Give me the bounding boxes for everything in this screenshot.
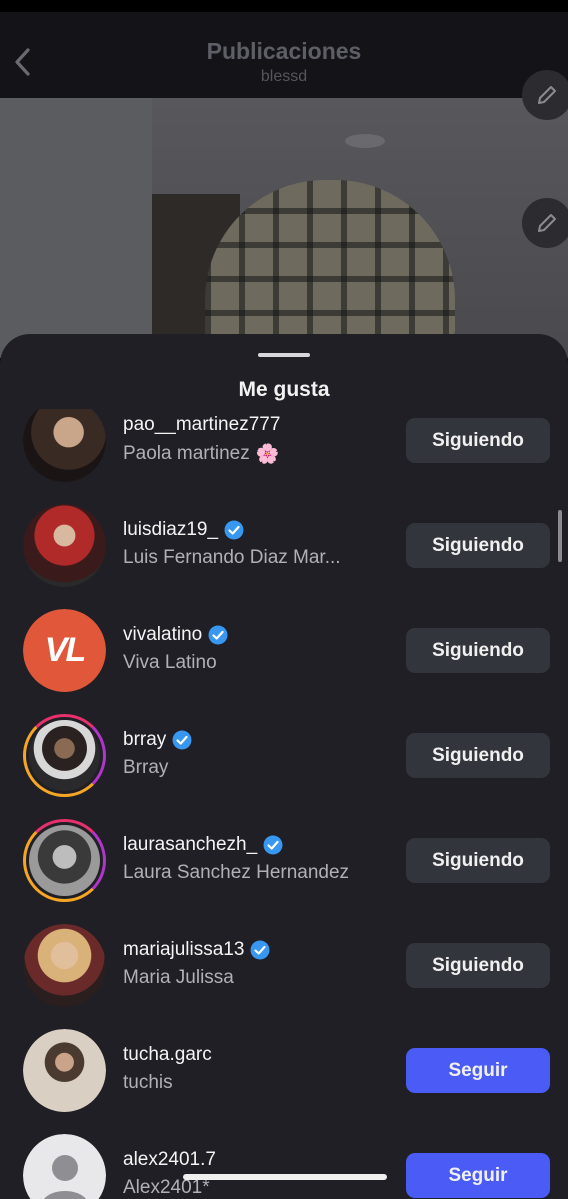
edit-button[interactable] (522, 70, 568, 120)
full-name: Maria Julissa (123, 967, 234, 988)
vivalatino-logo: VL (44, 631, 86, 669)
pencil-icon (538, 214, 556, 232)
list-item[interactable]: laurasanchezh_ Laura Sanchez Hernandez S… (0, 808, 568, 913)
username[interactable]: tucha.garc (123, 1044, 212, 1066)
full-name: Viva Latino (123, 652, 217, 673)
default-avatar-icon (43, 1154, 86, 1199)
avatar[interactable]: VL (23, 609, 106, 692)
verified-badge-icon (172, 730, 192, 750)
list-item[interactable]: VL vivalatino Viva Latino Siguiendo (0, 598, 568, 703)
following-button[interactable]: Siguiendo (406, 418, 550, 463)
username[interactable]: luisdiaz19_ (123, 519, 244, 541)
page-title: Publicaciones (206, 38, 362, 64)
username[interactable]: vivalatino (123, 624, 228, 646)
following-button[interactable]: Siguiendo (406, 628, 550, 673)
username[interactable]: brray (123, 729, 192, 751)
verified-badge-icon (263, 835, 283, 855)
post-image (0, 98, 568, 358)
flower-emoji: 🌸 (255, 444, 280, 465)
avatar[interactable] (23, 924, 106, 1007)
verified-badge-icon (208, 625, 228, 645)
header: Publicaciones blessd (0, 12, 568, 98)
likes-sheet: Me gusta pao__martinez777 Paola martinez… (0, 334, 568, 1199)
avatar[interactable] (23, 1134, 106, 1199)
avatar[interactable] (23, 409, 106, 482)
avatar-story-ring[interactable] (23, 714, 106, 797)
following-button[interactable]: Siguiendo (406, 838, 550, 883)
verified-badge-icon (224, 520, 244, 540)
drag-handle[interactable] (258, 353, 310, 357)
list-item[interactable]: alex2401.7 Alex2401* Seguir (0, 1123, 568, 1199)
edit-button-secondary[interactable] (522, 198, 568, 248)
avatar[interactable] (23, 504, 106, 587)
page-subtitle: blessd (260, 68, 308, 85)
avatar[interactable] (23, 1029, 106, 1112)
following-button[interactable]: Siguiendo (406, 943, 550, 988)
follow-button[interactable]: Seguir (406, 1153, 550, 1198)
list-item[interactable]: luisdiaz19_ Luis Fernando Diaz Mar... Si… (0, 493, 568, 598)
username[interactable]: alex2401.7 (123, 1149, 216, 1171)
full-name: Laura Sanchez Hernandez (123, 862, 350, 883)
full-name: Paola martinez 🌸 (123, 443, 280, 465)
following-button[interactable]: Siguiendo (406, 523, 550, 568)
likes-list[interactable]: pao__martinez777 Paola martinez 🌸 Siguien… (0, 409, 568, 1199)
list-item[interactable]: mariajulissa13 Maria Julissa Siguiendo (0, 913, 568, 1018)
status-bar (0, 0, 568, 12)
home-indicator[interactable] (183, 1174, 387, 1180)
full-name: tuchis (123, 1072, 173, 1093)
list-item[interactable]: tucha.garc tuchis Seguir (0, 1018, 568, 1123)
following-button[interactable]: Siguiendo (406, 733, 550, 778)
username[interactable]: laurasanchezh_ (123, 834, 283, 856)
full-name: Alex2401* (123, 1177, 210, 1198)
pencil-icon (538, 86, 556, 104)
avatar-story-ring[interactable] (23, 819, 106, 902)
username[interactable]: pao__martinez777 (123, 414, 280, 436)
follow-button[interactable]: Seguir (406, 1048, 550, 1093)
full-name: Luis Fernando Diaz Mar... (123, 547, 341, 568)
full-name: Brray (123, 757, 169, 778)
verified-badge-icon (250, 940, 270, 960)
scrollbar[interactable] (558, 510, 562, 562)
sheet-title: Me gusta (238, 378, 330, 401)
list-item[interactable]: brray Brray Siguiendo (0, 703, 568, 808)
list-item[interactable]: pao__martinez777 Paola martinez 🌸 Siguien… (0, 409, 568, 493)
username[interactable]: mariajulissa13 (123, 939, 270, 961)
